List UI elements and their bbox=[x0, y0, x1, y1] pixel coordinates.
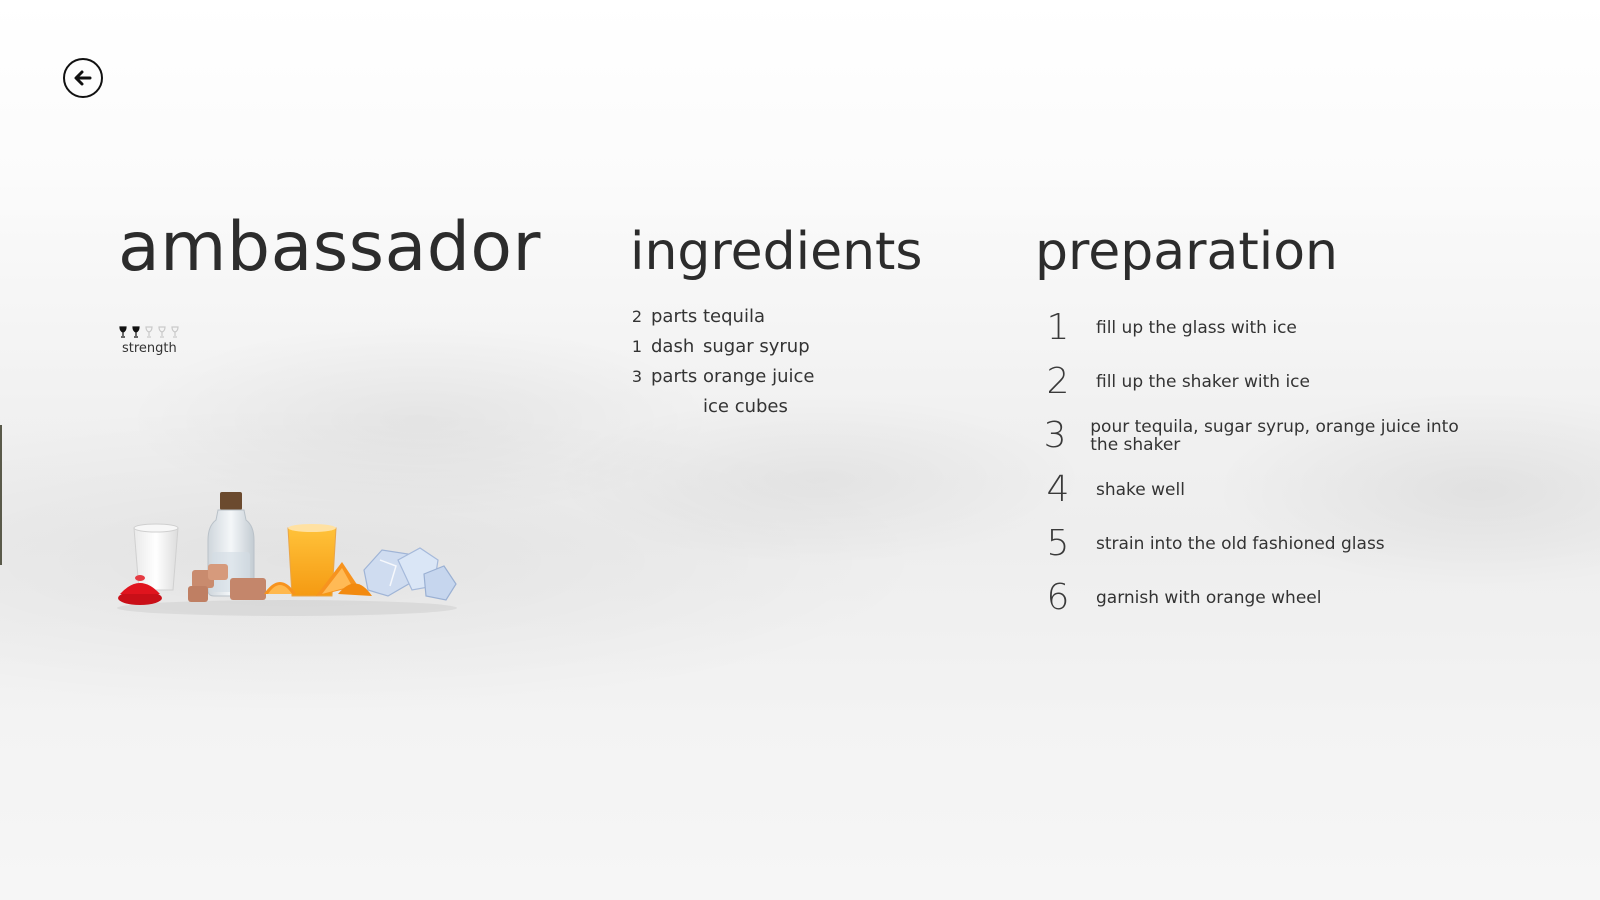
step-number: 5 bbox=[1046, 523, 1070, 564]
ingredients-title: ingredients bbox=[630, 222, 923, 282]
preparation-title: preparation bbox=[1035, 222, 1338, 282]
step-text: shake well bbox=[1096, 480, 1185, 500]
ingredient-name: sugar syrup bbox=[703, 336, 810, 357]
ingredient-name: orange juice bbox=[703, 366, 815, 387]
wine-glass-icon bbox=[132, 326, 140, 338]
strength-rating: strength bbox=[118, 326, 182, 356]
step-text: fill up the shaker with ice bbox=[1096, 372, 1310, 392]
ingredient-name: ice cubes bbox=[703, 396, 788, 417]
ingredient-qty: 3 bbox=[631, 367, 642, 386]
step-number: 1 bbox=[1046, 307, 1070, 348]
step-item: 4 shake well bbox=[1040, 472, 1480, 508]
ingredients-list: 2 parts tequila 1 dash sugar syrup 3 par… bbox=[630, 306, 815, 426]
step-text: garnish with orange wheel bbox=[1096, 588, 1322, 608]
ingredients-illustration bbox=[117, 492, 457, 616]
side-panel-edge bbox=[0, 425, 2, 565]
ice-cubes-image bbox=[363, 547, 457, 601]
step-number: 2 bbox=[1046, 361, 1070, 402]
ingredient-name: tequila bbox=[703, 306, 765, 327]
back-button[interactable] bbox=[63, 58, 103, 98]
ingredient-row: 1 dash sugar syrup bbox=[630, 336, 814, 366]
wine-glass-icon bbox=[171, 326, 179, 338]
step-item: 6 garnish with orange wheel bbox=[1040, 580, 1480, 616]
ingredient-qty: 2 bbox=[631, 307, 642, 326]
wine-glass-icon bbox=[119, 326, 127, 338]
ingredient-unit: parts bbox=[651, 306, 698, 327]
step-item: 1 fill up the glass with ice bbox=[1040, 310, 1480, 346]
step-text: strain into the old fashioned glass bbox=[1096, 534, 1385, 554]
step-number: 3 bbox=[1043, 415, 1067, 456]
strength-glasses bbox=[118, 326, 182, 338]
step-item: 2 fill up the shaker with ice bbox=[1040, 364, 1480, 400]
ingredient-row: 2 parts tequila bbox=[630, 306, 814, 336]
ingredient-qty: 1 bbox=[631, 337, 642, 356]
ingredient-unit: parts bbox=[651, 366, 698, 387]
ingredient-row: 3 parts orange juice bbox=[630, 366, 815, 396]
wine-glass-icon bbox=[158, 326, 166, 338]
step-number: 4 bbox=[1046, 469, 1070, 510]
step-item: 5 strain into the old fashioned glass bbox=[1040, 526, 1480, 562]
strength-label: strength bbox=[122, 341, 177, 356]
ingredient-row: ice cubes bbox=[630, 396, 814, 426]
wine-glass-icon bbox=[145, 326, 153, 338]
step-text: fill up the glass with ice bbox=[1096, 318, 1297, 338]
drink-name: ambassador bbox=[118, 208, 541, 287]
step-number: 6 bbox=[1046, 577, 1070, 618]
arrow-left-icon bbox=[74, 70, 92, 86]
step-text: pour tequila, sugar syrup, orange juice … bbox=[1090, 417, 1459, 455]
ingredient-unit: dash bbox=[651, 336, 695, 357]
step-item: 3 pour tequila, sugar syrup, orange juic… bbox=[1040, 415, 1480, 456]
